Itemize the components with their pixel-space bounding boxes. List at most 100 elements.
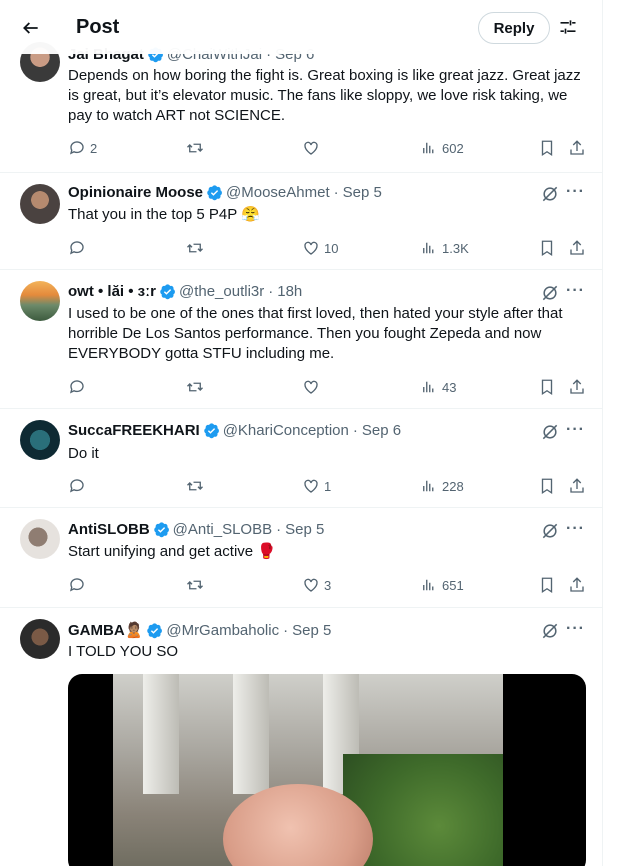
tweet-text: I TOLD YOU SO: [68, 643, 179, 660]
author-name[interactable]: Opinionaire Moose: [68, 184, 203, 201]
post-time[interactable]: 18h: [277, 283, 302, 300]
share-icon: [570, 140, 584, 155]
views-button[interactable]: 43: [420, 377, 456, 397]
separator-dot: ·: [283, 621, 289, 639]
bookmark-icon: [541, 140, 553, 157]
post-time[interactable]: Sep 5: [343, 184, 382, 201]
more-options-button[interactable]: ···: [566, 421, 588, 441]
reply-icon: [69, 578, 84, 592]
repost-icon: [187, 382, 203, 392]
bookmark-button[interactable]: [538, 238, 556, 258]
author-name[interactable]: GAMBA🙎🏽: [68, 621, 143, 639]
grok-icon[interactable]: [540, 283, 560, 303]
reply-button[interactable]: 2: [68, 138, 97, 158]
reply-icon: [69, 241, 84, 255]
verified-badge-icon: [160, 284, 175, 300]
reply-tweet[interactable]: owt • lăi • ɜːr @the_outli3r · 18h ··· I…: [0, 269, 602, 409]
back-arrow-icon: [23, 22, 38, 34]
share-button[interactable]: [568, 138, 586, 158]
post-time[interactable]: Sep 5: [292, 622, 331, 639]
avatar[interactable]: [20, 619, 60, 659]
grok-icon[interactable]: [540, 521, 560, 541]
author-handle[interactable]: @KhariConception: [223, 422, 349, 439]
reply-button[interactable]: Reply: [478, 12, 550, 44]
avatar[interactable]: [20, 184, 60, 224]
grok-icon[interactable]: [540, 621, 560, 641]
reply-button[interactable]: [68, 238, 86, 258]
more-options-button[interactable]: ···: [566, 520, 588, 540]
building-pillar: [233, 674, 269, 794]
repost-icon: [187, 481, 203, 491]
bookmark-icon: [541, 577, 553, 594]
grok-icon[interactable]: [540, 184, 560, 204]
avatar[interactable]: [20, 519, 60, 559]
views-icon: [423, 381, 434, 393]
tweet-text: That you in the top 5 P4P 😤: [68, 206, 260, 223]
bookmark-button[interactable]: [538, 476, 556, 496]
video-frame: [113, 674, 503, 866]
repost-icon: [187, 580, 203, 590]
repost-button[interactable]: [186, 476, 204, 496]
separator-dot: ·: [352, 422, 358, 439]
repost-icon: [187, 143, 203, 153]
video-thumbnail[interactable]: [68, 674, 586, 866]
author-name[interactable]: SuccaFREEKHARI: [68, 422, 200, 439]
tweet-text: Do it: [68, 445, 99, 462]
verified-badge-icon: [153, 522, 169, 538]
like-count: 10: [324, 240, 339, 256]
more-options-button[interactable]: ···: [566, 183, 588, 203]
heart-icon: [304, 578, 318, 592]
share-button[interactable]: [568, 575, 586, 595]
repost-button[interactable]: [186, 138, 204, 158]
post-time[interactable]: Sep 5: [285, 521, 324, 538]
views-button[interactable]: 602: [420, 138, 464, 158]
author-handle[interactable]: @the_outli3r: [179, 283, 264, 300]
author-name[interactable]: AntiSLOBB: [68, 521, 150, 538]
repost-button[interactable]: [186, 575, 204, 595]
reply-button[interactable]: [68, 476, 86, 496]
reply-tweet[interactable]: AntiSLOBB @Anti_SLOBB · Sep 5 ··· Start …: [0, 507, 602, 608]
share-button[interactable]: [568, 238, 586, 258]
grok-icon[interactable]: [540, 422, 560, 442]
share-icon: [570, 240, 584, 255]
avatar[interactable]: [20, 420, 60, 460]
repost-button[interactable]: [186, 238, 204, 258]
post-time[interactable]: Sep 6: [362, 422, 401, 439]
views-button[interactable]: 228: [420, 476, 464, 496]
like-button[interactable]: [302, 138, 320, 158]
views-button[interactable]: 1.3K: [420, 238, 469, 258]
author-handle[interactable]: @Anti_SLOBB: [173, 521, 272, 538]
bookmark-button[interactable]: [538, 138, 556, 158]
like-button[interactable]: [302, 377, 320, 397]
more-options-button[interactable]: ···: [566, 620, 588, 640]
author-name[interactable]: owt • lăi • ɜːr: [68, 283, 156, 300]
filter-settings-button[interactable]: [555, 14, 581, 40]
share-button[interactable]: [568, 476, 586, 496]
repost-button[interactable]: [186, 377, 204, 397]
share-button[interactable]: [568, 377, 586, 397]
like-button[interactable]: 3: [302, 575, 331, 595]
reply-button[interactable]: [68, 377, 86, 397]
tweet-text: Depends on how boring the fight is. Grea…: [68, 67, 581, 124]
share-icon: [570, 577, 584, 592]
reply-tweet[interactable]: Opinionaire Moose @MooseAhmet · Sep 5 ··…: [0, 172, 602, 270]
avatar[interactable]: [20, 281, 60, 321]
like-button[interactable]: 10: [302, 238, 338, 258]
reply-tweet[interactable]: SuccaFREEKHARI @KhariConception · Sep 6 …: [0, 408, 602, 508]
view-count: 602: [442, 140, 464, 156]
reply-button[interactable]: [68, 575, 86, 595]
author-handle[interactable]: @MrGambaholic: [166, 622, 279, 639]
author-handle[interactable]: @MooseAhmet: [226, 184, 330, 201]
bookmark-button[interactable]: [538, 377, 556, 397]
separator-dot: ·: [333, 184, 339, 201]
like-button[interactable]: 1: [302, 476, 331, 496]
reply-count: 2: [90, 140, 98, 156]
views-button[interactable]: 651: [420, 575, 464, 595]
back-button[interactable]: [14, 11, 48, 45]
heart-icon: [304, 141, 318, 155]
bookmark-button[interactable]: [538, 575, 556, 595]
views-icon: [423, 579, 434, 591]
more-options-button[interactable]: ···: [566, 282, 588, 302]
repost-icon: [187, 243, 203, 253]
page-title: Post: [76, 16, 120, 38]
